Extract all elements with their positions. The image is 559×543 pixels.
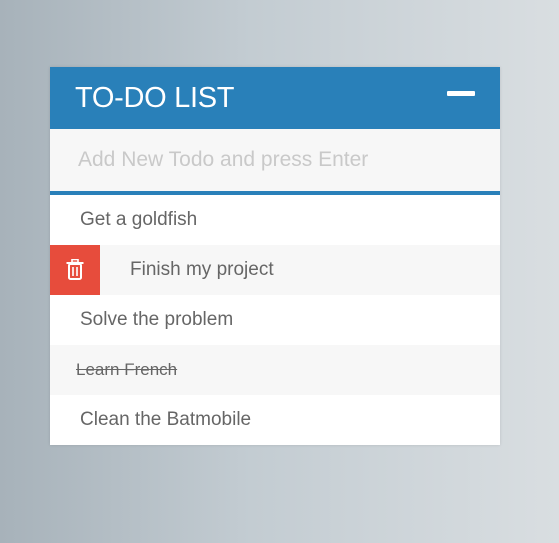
new-todo-wrapper [50,129,500,195]
todo-item-finish-my-project[interactable]: Finish my project [50,245,500,295]
todo-item-label: Get a goldfish [80,209,198,230]
collapse-toggle-button[interactable] [447,91,475,101]
todo-item-solve-the-problem[interactable]: Solve the problem [50,295,500,345]
trash-icon [66,259,84,280]
todo-item-label: Clean the Batmobile [80,409,252,430]
minus-icon [447,91,475,96]
todo-list: Get a goldfish Finish my project Solve t… [50,195,500,445]
todo-item-label: Finish my project [130,259,274,280]
todo-item-label: Learn French [76,360,178,379]
todo-item-label: Solve the problem [80,309,234,330]
page-title: TO-DO LIST [75,82,235,114]
todo-header: TO-DO LIST [50,67,500,129]
new-todo-input[interactable] [50,129,500,191]
todo-item-get-a-goldfish[interactable]: Get a goldfish [50,195,500,245]
todo-item-learn-french[interactable]: Learn French [50,345,500,395]
todo-item-clean-the-batmobile[interactable]: Clean the Batmobile [50,395,500,445]
todo-container: TO-DO LIST Get a goldfish Finish my proj… [50,67,500,445]
delete-button[interactable] [50,245,100,295]
